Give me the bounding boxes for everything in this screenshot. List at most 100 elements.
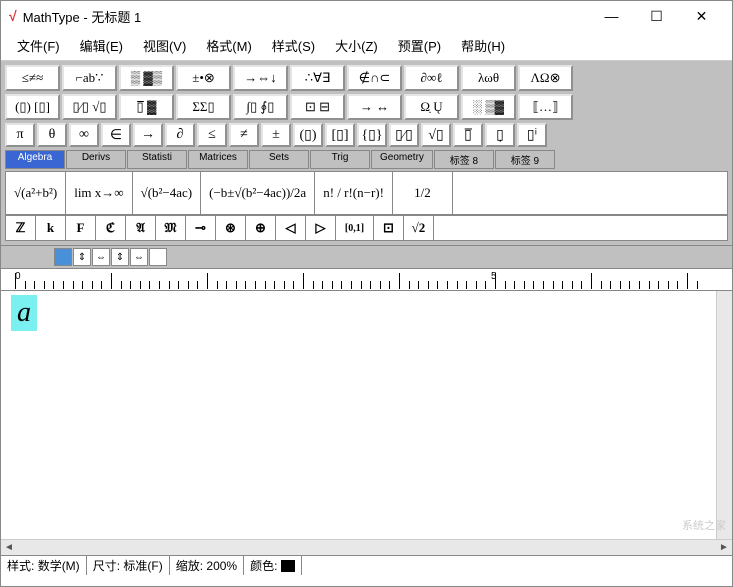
expr-combination[interactable]: n! / r!(n−r)! <box>315 172 393 214</box>
sym-circled-ast[interactable]: ⊛ <box>216 216 246 240</box>
minimize-button[interactable]: — <box>589 2 634 30</box>
equation-editor[interactable]: a 系统之家 <box>1 291 732 539</box>
close-button[interactable]: ✕ <box>679 2 724 30</box>
menu-style[interactable]: 样式(S) <box>262 33 325 58</box>
tab-geometry[interactable]: Geometry <box>371 150 433 169</box>
tab-9[interactable]: 标签 9 <box>495 150 555 169</box>
palette-set-theory[interactable]: ∉∩⊂ <box>347 65 402 91</box>
expr-onehalf[interactable]: 1/2 <box>393 172 453 214</box>
palette-operators[interactable]: ±•⊗ <box>176 65 231 91</box>
sym-infinity[interactable]: ∞ <box>69 123 99 147</box>
vertical-scrollbar[interactable] <box>716 291 732 539</box>
equation-content[interactable]: a <box>11 295 37 331</box>
toolbar-area: ≤≠≈ ⌐ab∵ ▒ ▓▒ ±•⊗ →⇔↓ ∴∀∃ ∉∩⊂ ∂∞ℓ λωθ ΛΩ… <box>1 61 732 246</box>
palette-misc[interactable]: ∂∞ℓ <box>404 65 459 91</box>
template-under-over[interactable]: ⊡ ⊟ <box>290 94 345 120</box>
sym-theta[interactable]: θ <box>37 123 67 147</box>
menu-format[interactable]: 格式(M) <box>196 33 262 58</box>
sym-triangle-left[interactable]: ◁ <box>276 216 306 240</box>
menu-preset[interactable]: 预置(P) <box>388 33 451 58</box>
status-style[interactable]: 样式: 数学(M) <box>1 556 87 575</box>
scroll-left-icon[interactable]: ◄ <box>1 540 17 555</box>
tab-statistics[interactable]: Statisti <box>127 150 187 169</box>
maximize-button[interactable]: ☐ <box>634 2 679 30</box>
tab-matrices[interactable]: Matrices <box>188 150 248 169</box>
sym-pm[interactable]: ± <box>261 123 291 147</box>
template-boxes[interactable]: ⟦…⟧ <box>518 94 573 120</box>
expr-limit[interactable]: lim x→∞ <box>66 172 132 214</box>
palette-relational[interactable]: ≤≠≈ <box>5 65 60 91</box>
tmpl-overbar[interactable]: ▯̅ <box>453 123 483 147</box>
tmpl-superscript[interactable]: ▯ⁱ <box>517 123 547 147</box>
sym-sqrt2[interactable]: √2 <box>404 216 434 240</box>
horizontal-scrollbar[interactable]: ◄ ► <box>1 539 732 555</box>
palette-greek-upper[interactable]: ΛΩ⊗ <box>518 65 573 91</box>
sym-pi[interactable]: π <box>5 123 35 147</box>
small-symbol-row: π θ ∞ ∈ → ∂ ≤ ≠ ± (▯) [▯] {▯} ▯⁄▯ √▯ ▯̅ … <box>5 123 728 147</box>
template-overbar[interactable]: ▯̅ ▓ <box>119 94 174 120</box>
tab-derivs[interactable]: Derivs <box>66 150 126 169</box>
sym-arrow[interactable]: → <box>133 123 163 147</box>
menu-view[interactable]: 视图(V) <box>133 33 196 58</box>
sym-lollipop[interactable]: ⊸ <box>186 216 216 240</box>
tmpl-fraction[interactable]: ▯⁄▯ <box>389 123 419 147</box>
tmpl-underdot[interactable]: ▯̣ <box>485 123 515 147</box>
sym-elementof[interactable]: ∈ <box>101 123 131 147</box>
palette-greek-lower[interactable]: λωθ <box>461 65 516 91</box>
tab-algebra[interactable]: Algebra <box>5 150 65 169</box>
expr-quadratic[interactable]: (−b±√(b²−4ac))/2a <box>201 172 315 214</box>
expr-pythag[interactable]: √(a²+b²) <box>6 172 66 214</box>
tmpl-paren[interactable]: (▯) <box>293 123 323 147</box>
align-btn-4[interactable]: ⇕ <box>111 248 129 266</box>
tmpl-sqrt[interactable]: √▯ <box>421 123 451 147</box>
sym-k[interactable]: k <box>36 216 66 240</box>
sym-leq[interactable]: ≤ <box>197 123 227 147</box>
sym-fraktur-a[interactable]: 𝔄 <box>126 216 156 240</box>
align-btn-5[interactable]: ⇔ <box>130 248 148 266</box>
template-fences[interactable]: (▯) [▯] <box>5 94 60 120</box>
sym-complex[interactable]: ℭ <box>96 216 126 240</box>
tab-trig[interactable]: Trig <box>310 150 370 169</box>
palette-arrows[interactable]: →⇔↓ <box>233 65 288 91</box>
template-products[interactable]: Ω̣ Ų <box>404 94 459 120</box>
menu-bar: 文件(F) 编辑(E) 视图(V) 格式(M) 样式(S) 大小(Z) 预置(P… <box>1 31 732 61</box>
menu-edit[interactable]: 编辑(E) <box>70 33 133 58</box>
expr-discriminant[interactable]: √(b²−4ac) <box>133 172 202 214</box>
status-color[interactable]: 颜色: <box>244 556 302 575</box>
palette-spaces[interactable]: ⌐ab∵ <box>62 65 117 91</box>
sym-z[interactable]: ℤ <box>6 216 36 240</box>
template-matrices[interactable]: ░ ▒▓ <box>461 94 516 120</box>
sym-partial[interactable]: ∂ <box>165 123 195 147</box>
template-integrals[interactable]: ∫▯ ∮▯ <box>233 94 288 120</box>
tmpl-bracket[interactable]: [▯] <box>325 123 355 147</box>
sym-f[interactable]: F <box>66 216 96 240</box>
align-btn-1[interactable] <box>54 248 72 266</box>
menu-size[interactable]: 大小(Z) <box>325 33 388 58</box>
status-size[interactable]: 尺寸: 标准(F) <box>87 556 170 575</box>
sym-box[interactable]: ⊡ <box>374 216 404 240</box>
sym-triangle-right[interactable]: ▷ <box>306 216 336 240</box>
tmpl-brace[interactable]: {▯} <box>357 123 387 147</box>
status-zoom[interactable]: 缩放: 200% <box>170 556 244 575</box>
align-btn-3[interactable]: ⇔ <box>92 248 110 266</box>
align-btn-6[interactable] <box>149 248 167 266</box>
symbol-palette-row-1: ≤≠≈ ⌐ab∵ ▒ ▓▒ ±•⊗ →⇔↓ ∴∀∃ ∉∩⊂ ∂∞ℓ λωθ ΛΩ… <box>5 65 728 91</box>
template-labeled-arrows[interactable]: → ↔ <box>347 94 402 120</box>
palette-embellish[interactable]: ▒ ▓▒ <box>119 65 174 91</box>
sym-neq[interactable]: ≠ <box>229 123 259 147</box>
template-fractions[interactable]: ▯⁄▯ √▯ <box>62 94 117 120</box>
tab-sets[interactable]: Sets <box>249 150 309 169</box>
expression-bar-small: ℤ k F ℭ 𝔄 𝔐 ⊸ ⊛ ⊕ ◁ ▷ [0,1] ⊡ √2 <box>5 215 728 241</box>
palette-logic[interactable]: ∴∀∃ <box>290 65 345 91</box>
menu-help[interactable]: 帮助(H) <box>451 33 515 58</box>
scroll-right-icon[interactable]: ► <box>716 540 732 555</box>
ruler[interactable]: 0 5 <box>1 269 732 291</box>
sym-interval[interactable]: [0,1] <box>336 216 374 240</box>
menu-file[interactable]: 文件(F) <box>7 33 70 58</box>
template-sums[interactable]: ΣΣ▯ <box>176 94 231 120</box>
sym-circled-plus[interactable]: ⊕ <box>246 216 276 240</box>
tab-8[interactable]: 标签 8 <box>434 150 494 169</box>
sym-fraktur-m[interactable]: 𝔐 <box>156 216 186 240</box>
align-btn-2[interactable]: ⇕ <box>73 248 91 266</box>
category-tabs: Algebra Derivs Statisti Matrices Sets Tr… <box>5 150 728 169</box>
